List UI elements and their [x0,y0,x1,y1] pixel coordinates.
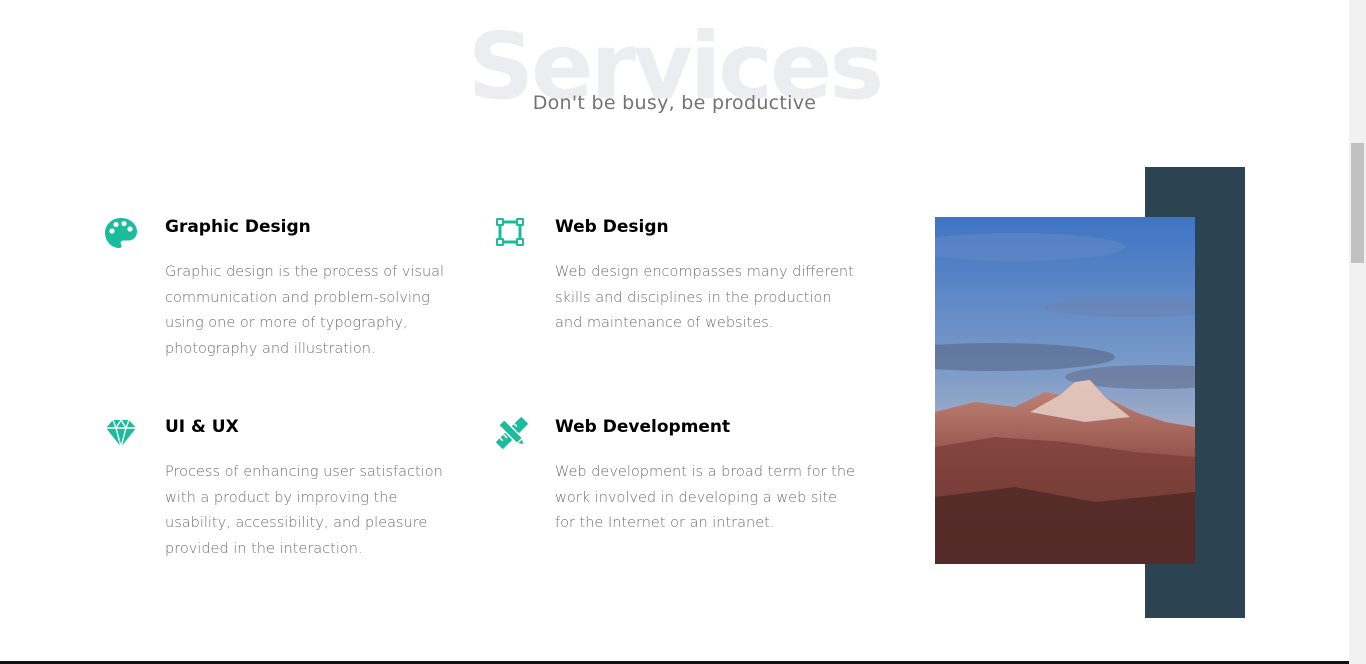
service-description: Graphic design is the process of visual … [165,264,445,358]
service-title: Graphic Design [165,217,311,237]
service-web-development: Web Development Web development is a bro… [496,416,855,537]
service-web-design: Web Design Web design encompasses many d… [496,216,855,337]
diamond-icon [105,416,137,450]
scrollbar-thumb[interactable] [1351,143,1364,263]
service-title: Web Design [555,217,669,237]
scrollbar-track[interactable] [1349,0,1366,664]
palette-icon [105,216,137,248]
mountain-photo [935,217,1195,564]
service-title: UI & UX [165,417,239,437]
service-graphic-design: Graphic Design Graphic design is the pro… [105,216,465,363]
service-title: Web Development [555,417,731,437]
service-ui-ux: UI & UX Process of enhancing user satisf… [106,416,465,563]
service-description: Web development is a broad term for the … [555,464,855,532]
service-description: Web design encompasses many different sk… [555,264,854,332]
service-description: Process of enhancing user satisfaction w… [165,464,443,558]
vector-square-icon [495,216,527,248]
section-subtitle: Don't be busy, be productive [532,92,817,114]
pencil-ruler-icon [495,416,528,449]
services-section: Services Don't be busy, be productive Gr… [0,0,1349,664]
